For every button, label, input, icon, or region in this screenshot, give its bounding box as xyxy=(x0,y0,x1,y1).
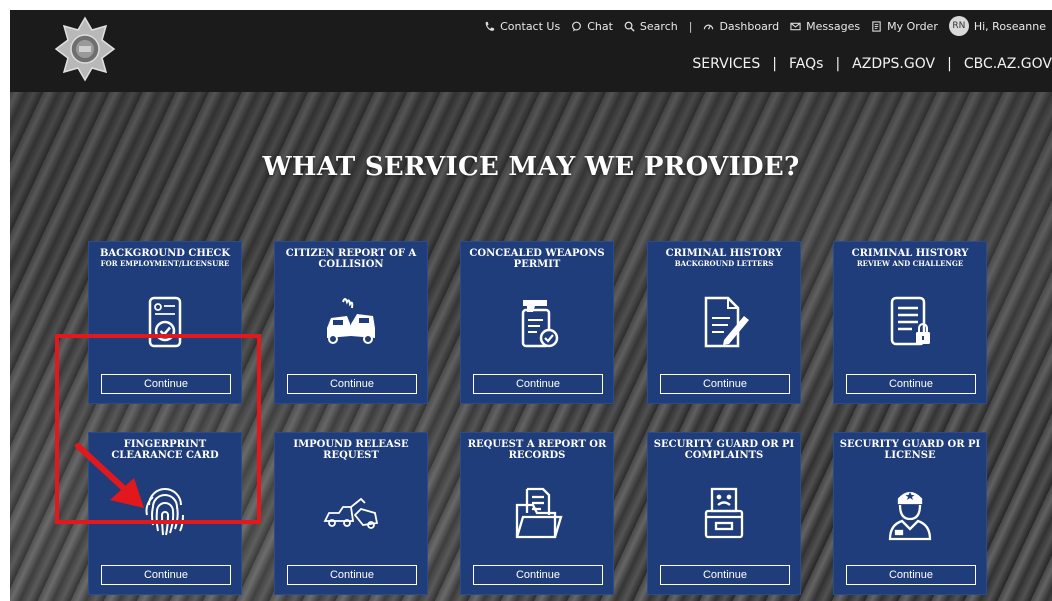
continue-button[interactable]: Continue xyxy=(473,374,603,394)
contact-us-label: Contact Us xyxy=(500,19,561,33)
continue-button[interactable]: Continue xyxy=(287,374,417,394)
site-header: Contact Us Chat Search | Dashboard Messa… xyxy=(10,10,1052,92)
phone-icon xyxy=(485,21,495,31)
service-card-criminal-history-review[interactable]: CRIMINAL HISTORY REVIEW AND CHALLENGE Con… xyxy=(833,241,987,404)
service-card-security-complaints[interactable]: SECURITY GUARD OR PI COMPLAINTS Continue xyxy=(647,432,801,595)
chat-label: Chat xyxy=(587,19,613,33)
user-menu[interactable]: RN Hi, Roseanne xyxy=(948,16,1046,36)
service-card-concealed-weapons[interactable]: CONCEALED WEAPONS PERMIT Continue xyxy=(460,241,614,404)
card-title: REQUEST A REPORT OR RECORDS xyxy=(467,439,607,461)
chat-icon xyxy=(572,21,582,32)
service-card-impound-release[interactable]: IMPOUND RELEASE REQUEST Continue xyxy=(274,432,428,595)
receipt-icon xyxy=(872,20,881,32)
continue-button[interactable]: Continue xyxy=(287,565,417,585)
search-icon xyxy=(624,21,635,32)
continue-button[interactable]: Continue xyxy=(660,565,790,585)
chat-link[interactable]: Chat xyxy=(571,20,613,33)
continue-button[interactable]: Continue xyxy=(473,565,603,585)
nav-separator: | xyxy=(947,56,952,72)
messages-link[interactable]: Messages xyxy=(790,20,860,33)
nav-services[interactable]: SERVICES xyxy=(692,56,760,72)
card-title: SECURITY GUARD OR PI COMPLAINTS xyxy=(653,439,795,461)
security-guard-icon xyxy=(888,491,932,541)
search-link[interactable]: Search xyxy=(624,20,678,33)
weapon-permit-icon xyxy=(521,300,559,348)
dashboard-link[interactable]: Dashboard xyxy=(703,20,779,33)
complaint-box-icon xyxy=(704,487,744,539)
card-title: CRIMINAL HISTORY REVIEW AND CHALLENGE xyxy=(851,248,969,268)
card-title: CONCEALED WEAPONS PERMIT xyxy=(469,248,605,270)
messages-label: Messages xyxy=(806,19,861,33)
card-title: IMPOUND RELEASE REQUEST xyxy=(293,439,409,461)
nav-separator: | xyxy=(772,56,778,72)
continue-button[interactable]: Continue xyxy=(101,565,231,585)
card-title: CRIMINAL HISTORY BACKGROUND LETTERS xyxy=(665,248,783,268)
service-card-collision-report[interactable]: CITIZEN REPORT OF A COLLISION Continue xyxy=(274,241,428,404)
red-arrow-icon xyxy=(75,443,144,508)
nav-azdps[interactable]: AZDPS.GOV xyxy=(852,56,935,72)
main-nav: SERVICES | FAQs | AZDPS.GOV | CBC.AZ.GOV xyxy=(692,56,1052,72)
continue-button[interactable]: Continue xyxy=(660,374,790,394)
tow-truck-icon xyxy=(323,497,379,529)
my-order-label: My Order xyxy=(887,19,938,33)
service-card-request-report[interactable]: REQUEST A REPORT OR RECORDS Continue xyxy=(460,432,614,595)
service-card-criminal-history-letters[interactable]: CRIMINAL HISTORY BACKGROUND LETTERS Conti… xyxy=(647,241,801,404)
dps-badge-logo[interactable] xyxy=(54,16,116,82)
card-title: CITIZEN REPORT OF A COLLISION xyxy=(285,248,417,270)
user-greeting: Hi, Roseanne xyxy=(973,19,1046,33)
continue-button[interactable]: Continue xyxy=(846,374,976,394)
folder-document-icon xyxy=(515,487,563,539)
document-pen-icon xyxy=(704,296,749,348)
card-title: SECURITY GUARD OR PI LICENSE xyxy=(839,439,981,461)
utility-separator: | xyxy=(688,19,693,33)
search-label: Search xyxy=(639,19,678,33)
nav-faqs[interactable]: FAQs xyxy=(789,56,823,72)
dashboard-label: Dashboard xyxy=(719,19,780,33)
card-title: BACKGROUND CHECK FOR EMPLOYMENT/LICENSURE xyxy=(99,248,231,268)
envelope-icon xyxy=(790,22,801,30)
continue-button[interactable]: Continue xyxy=(846,565,976,585)
dashboard-icon xyxy=(704,24,714,30)
nav-separator: | xyxy=(835,56,841,72)
service-card-security-license[interactable]: SECURITY GUARD OR PI LICENSE Continue xyxy=(833,432,987,595)
avatar: RN xyxy=(948,16,969,36)
car-collision-icon xyxy=(327,298,375,344)
locked-document-icon xyxy=(890,296,930,346)
utility-bar: Contact Us Chat Search | Dashboard Messa… xyxy=(484,16,1046,36)
contact-us-link[interactable]: Contact Us xyxy=(484,20,560,33)
nav-cbc[interactable]: CBC.AZ.GOV xyxy=(964,56,1052,72)
app-frame: Contact Us Chat Search | Dashboard Messa… xyxy=(10,10,1052,601)
my-order-link[interactable]: My Order xyxy=(871,20,938,33)
page-title: WHAT SERVICE MAY WE PROVIDE? xyxy=(262,152,800,182)
